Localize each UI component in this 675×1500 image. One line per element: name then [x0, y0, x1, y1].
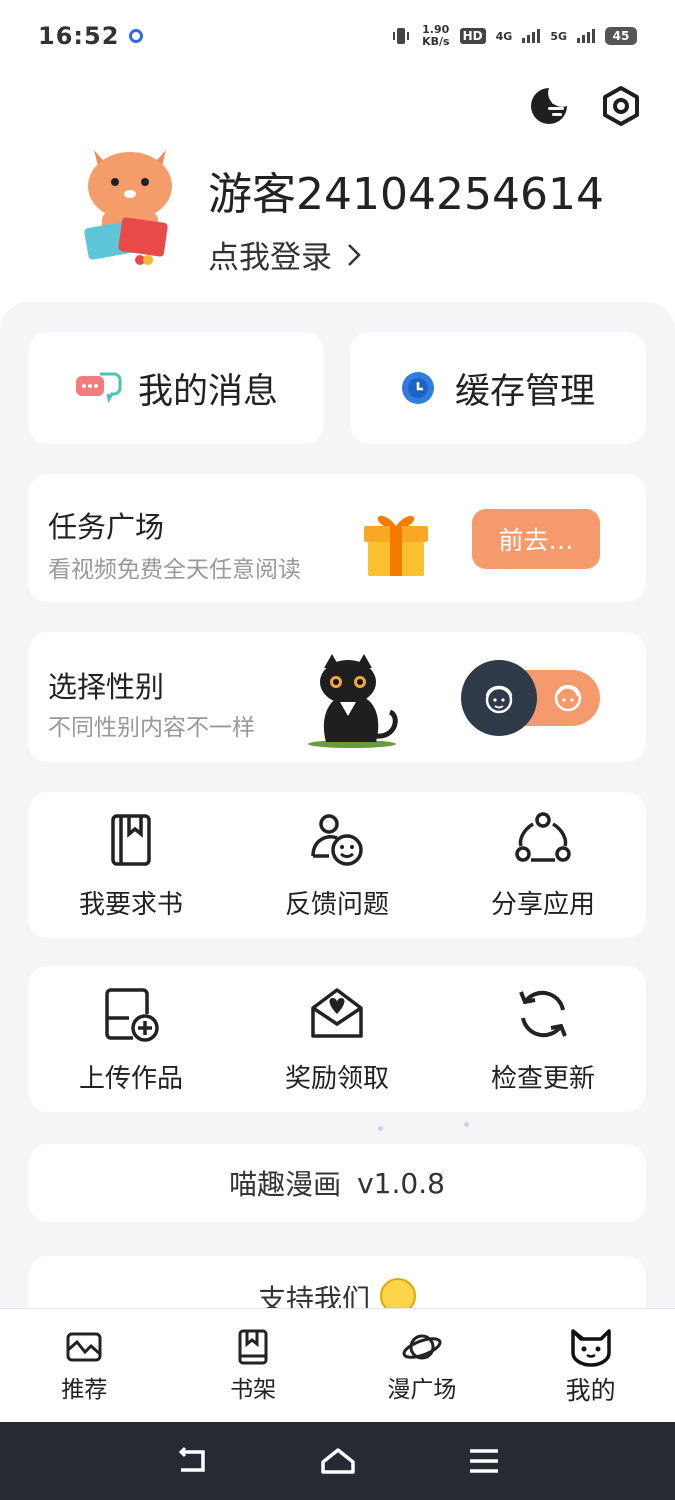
check-update-button[interactable]: 检查更新: [440, 966, 646, 1112]
vibrate-icon: [393, 28, 410, 44]
gender-subtitle: 不同性别内容不一样: [48, 715, 255, 741]
black-cat-illustration: [308, 654, 398, 748]
net-speed-unit: KB/s: [422, 35, 450, 48]
tools-row-2: 上传作品 奖励领取 检查更新: [28, 966, 646, 1112]
share-app-label: 分享应用: [490, 889, 595, 920]
my-messages-button[interactable]: 我的消息: [28, 332, 324, 444]
network-4g-label: 4G: [495, 29, 513, 43]
task-square-title: 任务广场: [48, 510, 165, 544]
tab-bookshelf[interactable]: 书架: [169, 1309, 338, 1422]
clock-icon: [401, 372, 434, 404]
app-version: v1.0.8: [357, 1166, 445, 1200]
home-icon[interactable]: [319, 1446, 357, 1476]
feedback-icon: [311, 813, 363, 866]
profile-section: 游客24104254614 点我登录: [80, 140, 640, 280]
notification-dot-icon: [129, 29, 144, 43]
request-book-button[interactable]: 我要求书: [28, 792, 234, 938]
avatar[interactable]: [80, 140, 180, 272]
reward-icon: [311, 987, 363, 1038]
network-5g-label: 5G: [550, 29, 567, 43]
feedback-button[interactable]: 反馈问题: [234, 792, 440, 938]
menu-icon[interactable]: [467, 1447, 501, 1475]
system-navigation-bar: [0, 1422, 675, 1500]
tab-recommend[interactable]: 推荐: [0, 1309, 169, 1422]
bookshelf-icon: [238, 1329, 268, 1364]
task-square-subtitle: 看视频免费全天任意阅读: [48, 557, 301, 583]
female-face-icon[interactable]: [550, 680, 586, 716]
gender-select-card: 选择性别 不同性别内容不一样: [28, 632, 646, 762]
status-bar: 16:52 1.90 KB/s HD 4G 5G 45: [0, 0, 675, 72]
cache-management-label: 缓存管理: [454, 371, 595, 412]
tab-comic-square[interactable]: 漫广场: [338, 1309, 507, 1422]
login-text: 点我登录: [208, 240, 332, 276]
book-request-icon: [111, 813, 151, 866]
bottom-tab-bar: 推荐 书架 漫广场 我的: [0, 1308, 675, 1422]
upload-work-label: 上传作品: [78, 1063, 183, 1094]
message-icon: [75, 372, 122, 404]
chevron-right-icon: [348, 243, 361, 266]
male-face-icon: [485, 685, 513, 714]
header-actions: [527, 84, 643, 128]
cache-management-button[interactable]: 缓存管理: [350, 332, 646, 444]
app-name: 喵趣漫画: [229, 1168, 342, 1201]
gender-toggle[interactable]: [461, 660, 600, 736]
night-mode-icon[interactable]: [527, 84, 571, 128]
claim-reward-label: 奖励领取: [284, 1063, 389, 1094]
request-book-label: 我要求书: [78, 889, 183, 920]
share-app-button[interactable]: 分享应用: [440, 792, 646, 938]
tab-bookshelf-label: 书架: [230, 1376, 277, 1403]
settings-icon[interactable]: [599, 84, 643, 128]
recommend-icon: [66, 1332, 102, 1361]
task-go-button[interactable]: 前去…: [472, 509, 600, 569]
upload-icon: [105, 987, 159, 1042]
cat-face-icon: [570, 1328, 611, 1367]
refresh-icon: [519, 990, 567, 1037]
main-panel: 我的消息 缓存管理 任务广场 看视频免费全天任意阅读 前去… 选择性别 不同性别…: [0, 302, 675, 1336]
share-icon: [515, 811, 571, 862]
task-square-card: 任务广场 看视频免费全天任意阅读 前去…: [28, 474, 646, 602]
hd-badge: HD: [459, 28, 486, 44]
tab-mine-label: 我的: [565, 1375, 616, 1405]
battery-indicator: 45: [605, 27, 637, 45]
gift-icon: [364, 515, 428, 576]
username: 游客24104254614: [208, 169, 604, 220]
net-speed: 1.90 KB/s: [422, 24, 449, 48]
check-update-label: 检查更新: [490, 1063, 595, 1094]
feedback-label: 反馈问题: [284, 889, 389, 920]
tab-recommend-label: 推荐: [61, 1376, 108, 1403]
male-option[interactable]: [461, 660, 537, 736]
app-version-card: 喵趣漫画 v1.0.8: [28, 1144, 646, 1222]
my-messages-label: 我的消息: [137, 371, 278, 412]
upload-work-button[interactable]: 上传作品: [28, 966, 234, 1112]
tools-row-1: 我要求书 反馈问题 分享应用: [28, 792, 646, 938]
planet-icon: [402, 1334, 442, 1359]
status-indicators: 1.90 KB/s HD 4G 5G 45: [390, 24, 637, 48]
tab-mine[interactable]: 我的: [506, 1309, 675, 1422]
claim-reward-button[interactable]: 奖励领取: [234, 966, 440, 1112]
back-icon[interactable]: [175, 1446, 209, 1476]
login-link[interactable]: 点我登录: [208, 232, 362, 277]
tab-comic-square-label: 漫广场: [387, 1376, 457, 1403]
signal-1-icon: [522, 29, 541, 43]
gender-title: 选择性别: [48, 670, 165, 704]
signal-2-icon: [577, 29, 595, 43]
status-time: 16:52: [38, 22, 120, 50]
